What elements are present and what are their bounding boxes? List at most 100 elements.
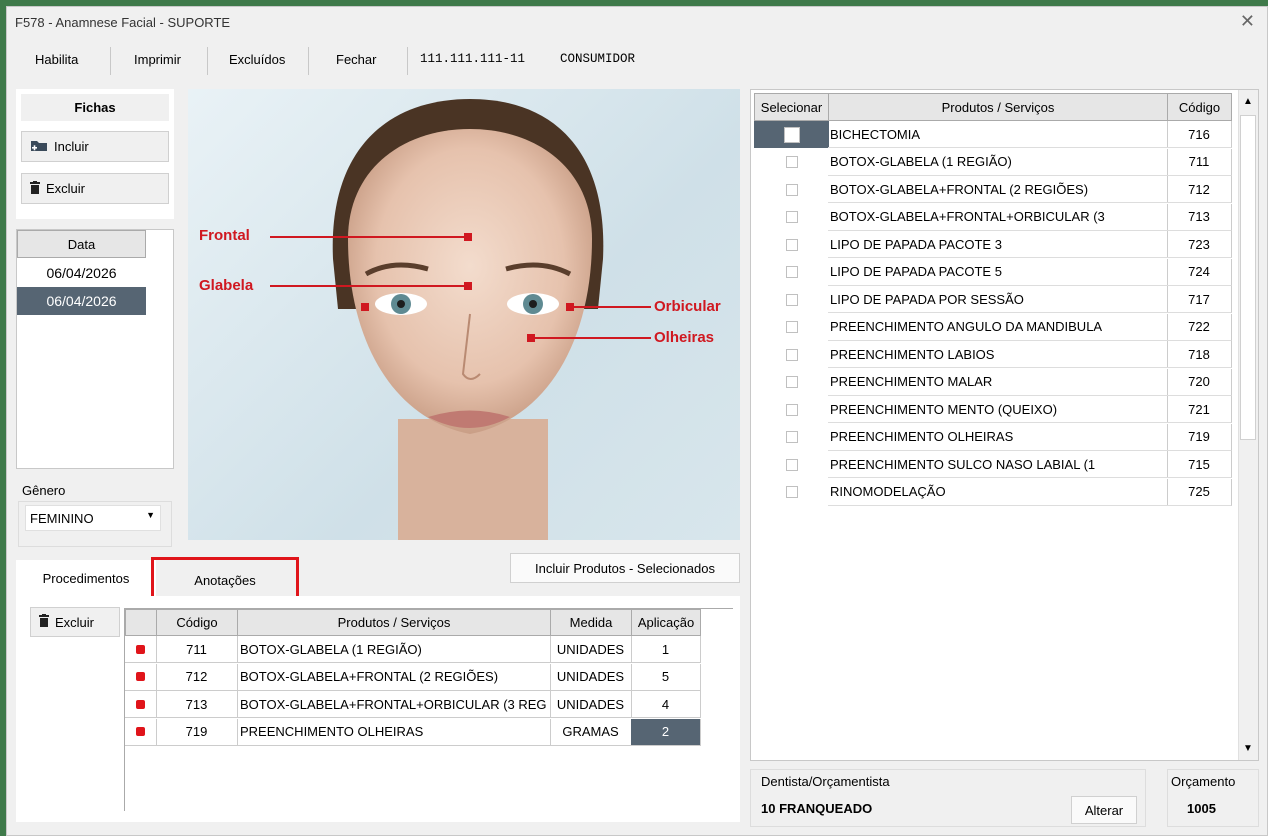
select-checkbox[interactable] <box>754 396 829 423</box>
product-name-cell[interactable]: PREENCHIMENTO MENTO (QUEIXO) <box>828 396 1168 423</box>
select-checkbox[interactable] <box>754 451 829 478</box>
product-codigo-cell[interactable]: 720 <box>1167 368 1232 396</box>
select-checkbox[interactable] <box>754 341 829 368</box>
product-name-cell[interactable]: BOTOX-GLABELA+FRONTAL (2 REGIÕES) <box>828 176 1168 203</box>
toolbar-divider <box>207 47 208 75</box>
data-row[interactable]: 06/04/2026 <box>17 259 146 287</box>
select-checkbox[interactable] <box>754 149 829 176</box>
select-checkbox[interactable] <box>754 369 829 396</box>
product-codigo-cell[interactable]: 721 <box>1167 396 1232 423</box>
medida-cell[interactable]: UNIDADES <box>550 636 632 663</box>
row-indicator[interactable] <box>125 663 157 691</box>
product-name-cell[interactable]: PREENCHIMENTO LABIOS <box>828 341 1168 368</box>
status-dot-icon <box>136 727 145 736</box>
incluir-ficha-button[interactable]: Incluir <box>21 131 169 162</box>
olheiras-label: Olheiras <box>654 329 715 346</box>
select-checkbox[interactable] <box>754 259 829 286</box>
produto-cell[interactable]: BOTOX-GLABELA (1 REGIÃO) <box>237 636 551 663</box>
aplicacao-cell[interactable]: 5 <box>631 663 701 691</box>
window-title: F578 - Anamnese Facial - SUPORTE <box>15 15 231 30</box>
product-codigo-cell[interactable]: 725 <box>1167 478 1232 506</box>
habilita-button[interactable]: Habilita <box>35 52 78 67</box>
aplicacao-header: Aplicação <box>631 609 701 636</box>
tab-anotacoes[interactable]: Anotações <box>158 565 292 596</box>
product-codigo-cell[interactable]: 715 <box>1167 451 1232 478</box>
scroll-thumb[interactable] <box>1240 115 1256 440</box>
product-name-cell[interactable]: PREENCHIMENTO MALAR <box>828 368 1168 396</box>
select-checkbox[interactable] <box>754 314 829 341</box>
product-name-cell[interactable]: LIPO DE PAPADA PACOTE 3 <box>828 231 1168 258</box>
scroll-up-icon[interactable]: ▲ <box>1243 96 1253 107</box>
select-checkbox[interactable] <box>754 424 829 451</box>
product-name-cell[interactable]: PREENCHIMENTO OLHEIRAS <box>828 423 1168 451</box>
codigo-header: Código <box>1167 93 1232 121</box>
excluidos-button[interactable]: Excluídos <box>229 52 285 67</box>
medida-cell[interactable]: GRAMAS <box>550 718 632 746</box>
product-codigo-cell[interactable]: 717 <box>1167 286 1232 313</box>
select-checkbox[interactable] <box>754 204 829 231</box>
close-icon[interactable]: ✕ <box>1240 11 1255 32</box>
checkbox-icon <box>785 403 798 416</box>
imprimir-button[interactable]: Imprimir <box>134 52 181 67</box>
anamnese-window: F578 - Anamnese Facial - SUPORTE ✕ Habil… <box>6 6 1268 836</box>
product-name-cell[interactable]: PREENCHIMENTO ANGULO DA MANDIBULA <box>828 313 1168 341</box>
product-codigo-cell[interactable]: 723 <box>1167 231 1232 258</box>
product-name-cell[interactable]: LIPO DE PAPADA PACOTE 5 <box>828 258 1168 286</box>
status-dot-icon <box>136 699 145 709</box>
excluir-label: Excluir <box>55 614 95 630</box>
row-indicator[interactable] <box>125 636 157 663</box>
product-codigo-cell[interactable]: 724 <box>1167 258 1232 286</box>
codigo-cell[interactable]: 719 <box>156 718 238 746</box>
codigo-cell[interactable]: 713 <box>156 691 238 718</box>
medida-cell[interactable]: UNIDADES <box>550 663 632 691</box>
produto-cell[interactable]: PREENCHIMENTO OLHEIRAS <box>237 718 551 746</box>
toolbar-divider <box>308 47 309 75</box>
procedimentos-panel: Excluir Código Produtos / Serviços Medid… <box>16 596 740 822</box>
genero-select[interactable]: FEMININO ▼ <box>25 505 161 531</box>
product-name-cell[interactable]: BOTOX-GLABELA+FRONTAL+ORBICULAR (3 <box>828 203 1168 231</box>
product-codigo-cell[interactable]: 718 <box>1167 341 1232 368</box>
trash-icon <box>39 614 49 630</box>
product-name-cell[interactable]: BICHECTOMIA <box>828 121 1168 148</box>
fichas-panel: Fichas Incluir Excluir <box>16 89 174 219</box>
codigo-cell[interactable]: 712 <box>156 663 238 691</box>
product-codigo-cell[interactable]: 713 <box>1167 203 1232 231</box>
aplicacao-cell[interactable]: 1 <box>631 636 701 663</box>
fechar-button[interactable]: Fechar <box>336 52 376 67</box>
produto-cell[interactable]: BOTOX-GLABELA+FRONTAL+ORBICULAR (3 REG <box>237 691 551 718</box>
codigo-cell[interactable]: 711 <box>156 636 238 663</box>
select-checkbox[interactable] <box>754 286 829 313</box>
product-name-cell[interactable]: BOTOX-GLABELA (1 REGIÃO) <box>828 148 1168 176</box>
scroll-down-icon[interactable]: ▼ <box>1243 743 1253 754</box>
select-checkbox[interactable] <box>754 176 829 203</box>
select-checkbox[interactable] <box>754 121 829 148</box>
medida-header: Medida <box>550 609 632 636</box>
client-cpf: 111.111.111-11 <box>420 52 526 66</box>
alterar-button[interactable]: Alterar <box>1071 796 1137 824</box>
product-codigo-cell[interactable]: 722 <box>1167 313 1232 341</box>
data-row-selected[interactable]: 06/04/2026 <box>17 287 146 315</box>
excluir-ficha-button[interactable]: Excluir <box>21 173 169 204</box>
select-checkbox[interactable] <box>754 479 829 506</box>
product-name-cell[interactable]: PREENCHIMENTO SULCO NASO LABIAL (1 <box>828 451 1168 478</box>
products-panel: Selecionar Produtos / Serviços Código BI… <box>750 89 1259 761</box>
product-name-cell[interactable]: RINOMODELAÇÃO <box>828 478 1168 506</box>
produto-cell[interactable]: BOTOX-GLABELA+FRONTAL (2 REGIÕES) <box>237 663 551 691</box>
aplicacao-cell[interactable]: 2 <box>631 718 701 746</box>
products-scrollbar[interactable]: ▲ ▼ <box>1238 90 1258 760</box>
product-codigo-cell[interactable]: 711 <box>1167 148 1232 176</box>
product-codigo-cell[interactable]: 712 <box>1167 176 1232 203</box>
product-codigo-cell[interactable]: 719 <box>1167 423 1232 451</box>
product-codigo-cell[interactable]: 716 <box>1167 121 1232 148</box>
tab-procedimentos[interactable]: Procedimentos <box>16 560 156 596</box>
product-name-cell[interactable]: LIPO DE PAPADA POR SESSÃO <box>828 286 1168 313</box>
row-indicator[interactable] <box>125 718 157 746</box>
aplicacao-cell[interactable]: 4 <box>631 691 701 718</box>
select-checkbox[interactable] <box>754 231 829 258</box>
checkbox-icon <box>783 126 800 143</box>
medida-cell[interactable]: UNIDADES <box>550 691 632 718</box>
row-indicator[interactable] <box>125 691 157 718</box>
excluir-procedimento-button[interactable]: Excluir <box>30 607 120 637</box>
face-image: Frontal Glabela Orbicular Olheiras <box>188 89 740 540</box>
incluir-produtos-button[interactable]: Incluir Produtos - Selecionados <box>510 553 740 583</box>
